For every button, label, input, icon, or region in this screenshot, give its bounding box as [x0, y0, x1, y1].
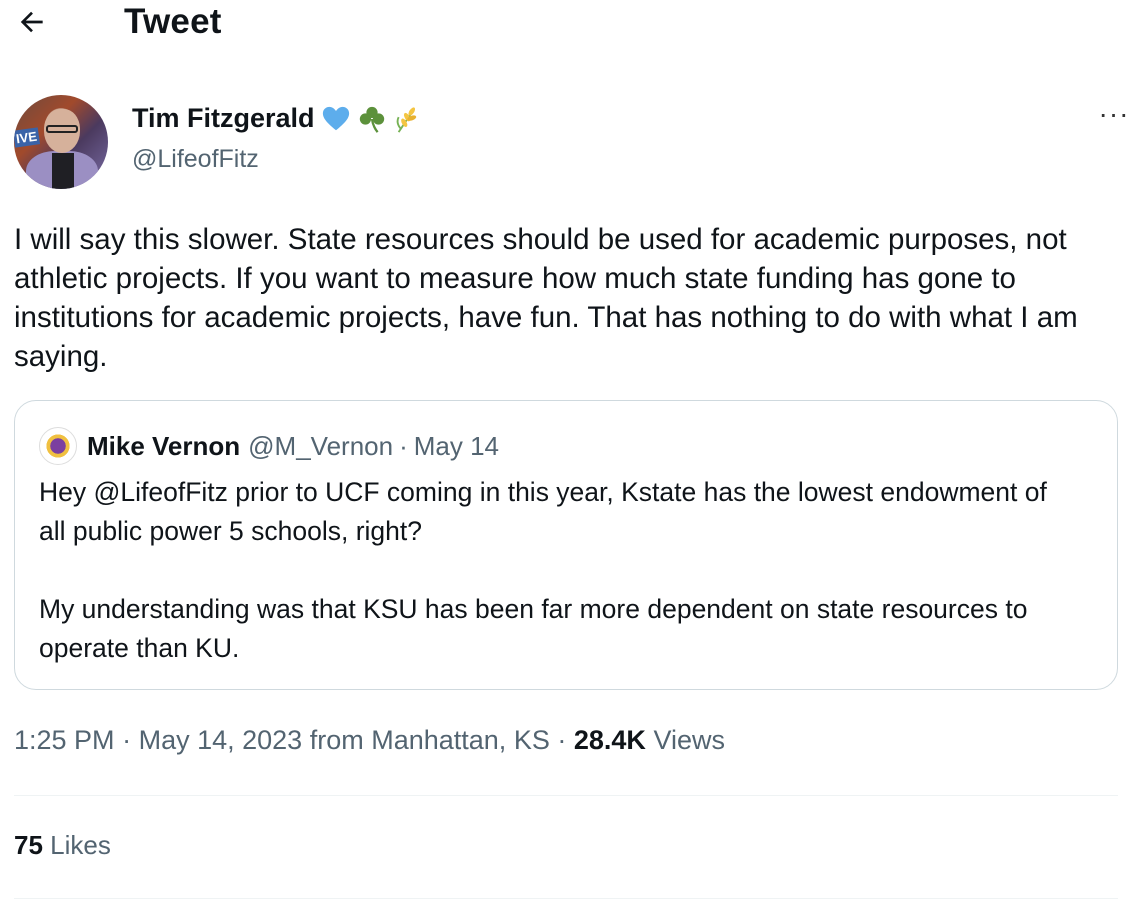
quoted-paragraph: My understanding was that KSU has been f…	[39, 594, 1028, 663]
quoted-author-handle: @M_Vernon	[248, 430, 394, 461]
views-count: 28.4K	[573, 725, 646, 755]
quoted-avatar	[39, 427, 77, 465]
tweet-location: from Manhattan, KS	[309, 725, 550, 755]
back-button[interactable]	[16, 2, 56, 42]
separator-dot: ·	[399, 430, 408, 461]
avatar[interactable]: IVE	[14, 95, 108, 189]
quoted-tweet[interactable]: Mike Vernon @M_Vernon · May 14 Hey @Life…	[14, 400, 1118, 690]
more-dots-icon: ···	[1098, 98, 1130, 129]
views-label: Views	[653, 725, 725, 755]
arrow-left-icon	[20, 11, 43, 33]
quoted-paragraph: Hey @LifeofFitz prior to UCF coming in t…	[39, 477, 1047, 546]
quoted-author-name: Mike Vernon	[87, 430, 241, 461]
likes-stat[interactable]: 75 Likes	[14, 830, 111, 861]
more-button[interactable]: ···	[1096, 100, 1132, 129]
divider	[14, 898, 1118, 899]
quoted-date: May 14	[413, 430, 500, 461]
quoted-tweet-header: Mike Vernon @M_Vernon · May 14	[39, 427, 499, 465]
tweet-text: I will say this slower. State resources …	[14, 223, 1078, 373]
page-title: Tweet	[124, 2, 222, 41]
quoted-tweet-text: Hey @LifeofFitz prior to UCF coming in t…	[39, 473, 1079, 707]
divider	[14, 795, 1118, 796]
tweet-header: Tweet	[0, 0, 1146, 48]
likes-label: Likes	[50, 830, 111, 860]
likes-count: 75	[14, 830, 43, 860]
blue-heart-icon	[322, 106, 349, 130]
tweet-timestamp[interactable]: 1:25 PM · May 14, 2023	[14, 725, 302, 755]
author-handle[interactable]: @LifeofFitz	[132, 145, 259, 174]
shamrock-icon	[359, 106, 384, 133]
author-name[interactable]: Tim Fitzgerald	[132, 103, 315, 134]
tweet-metadata: 1:25 PM · May 14, 2023 from Manhattan, K…	[14, 725, 725, 756]
author-display-name[interactable]: Tim Fitzgerald	[132, 103, 423, 134]
wheat-icon	[396, 106, 416, 133]
separator-dot: ·	[557, 725, 567, 755]
tweet-author: IVE Tim Fitzgerald @LifeofFitz ···	[14, 95, 1146, 191]
